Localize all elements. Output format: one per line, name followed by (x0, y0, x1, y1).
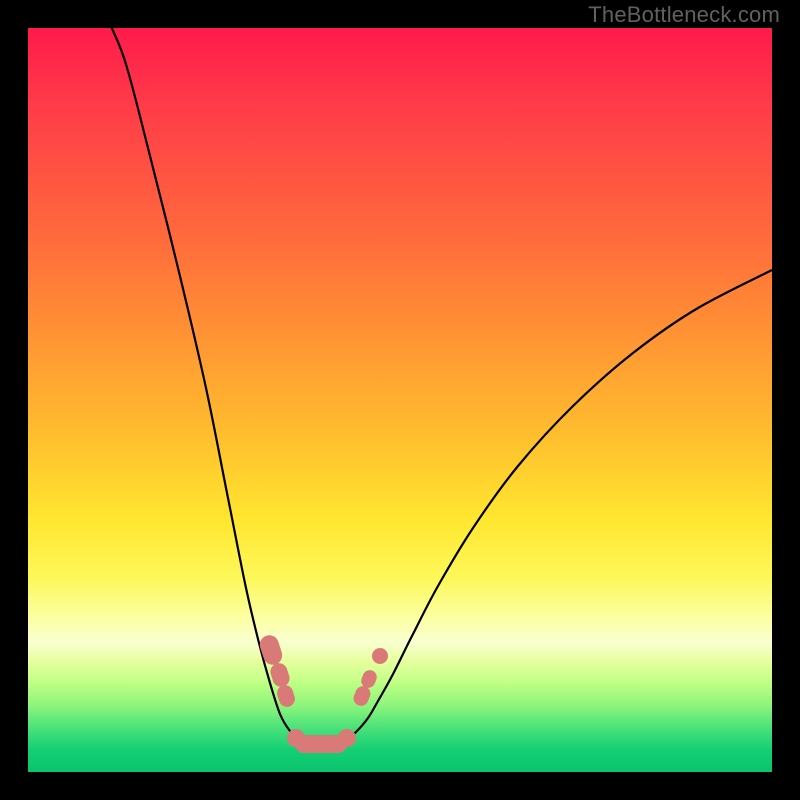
curve-marker (275, 683, 297, 709)
bottleneck-curve (28, 28, 772, 772)
watermark-text: TheBottleneck.com (588, 2, 780, 28)
curve-path (102, 28, 772, 748)
bottom-green-band (28, 768, 772, 772)
curve-marker (372, 648, 388, 664)
curve-marker (257, 633, 284, 667)
plot-area (28, 28, 772, 772)
curve-marker (338, 729, 356, 747)
curve-marker (287, 729, 305, 747)
curve-markers (257, 633, 388, 753)
curve-marker (268, 661, 292, 689)
